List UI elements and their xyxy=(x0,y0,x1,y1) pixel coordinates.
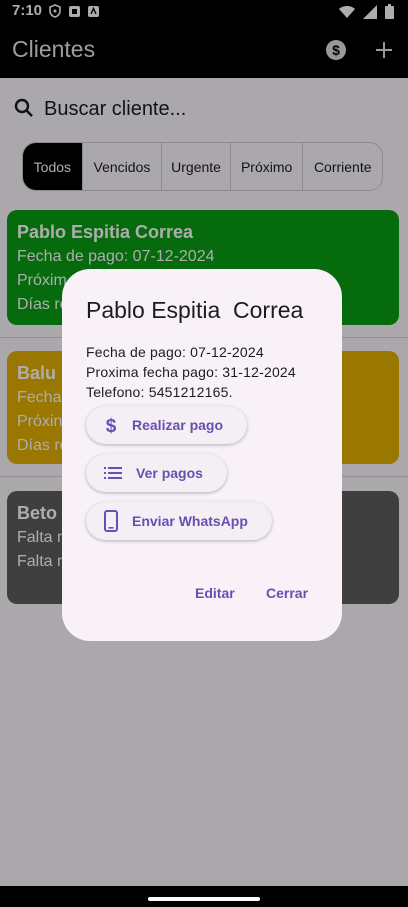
make-payment-label: Realizar pago xyxy=(132,417,224,433)
view-payments-button[interactable]: Ver pagos xyxy=(86,454,227,492)
close-button[interactable]: Cerrar xyxy=(266,585,308,601)
client-dialog: Pablo Espitia Correa Fecha de pago: 07-1… xyxy=(62,269,342,641)
dollar-icon: $ xyxy=(106,416,117,435)
phone-number: Telefono: 5451212165. xyxy=(86,384,233,400)
list-icon xyxy=(104,467,122,479)
view-payments-label: Ver pagos xyxy=(136,465,203,481)
dialog-title: Pablo Espitia Correa xyxy=(86,297,304,323)
navigation-bar xyxy=(0,886,408,907)
send-whatsapp-label: Enviar WhatsApp xyxy=(132,513,248,529)
svg-text:$: $ xyxy=(106,416,117,435)
payment-date: Fecha de pago: 07-12-2024 xyxy=(86,344,264,360)
next-payment-date: Proxima fecha pago: 31-12-2024 xyxy=(86,364,296,380)
smartphone-icon xyxy=(104,510,118,532)
make-payment-button[interactable]: $ Realizar pago xyxy=(86,406,248,444)
edit-button[interactable]: Editar xyxy=(195,585,235,601)
send-whatsapp-button[interactable]: Enviar WhatsApp xyxy=(86,502,272,540)
home-handle[interactable] xyxy=(148,897,260,901)
